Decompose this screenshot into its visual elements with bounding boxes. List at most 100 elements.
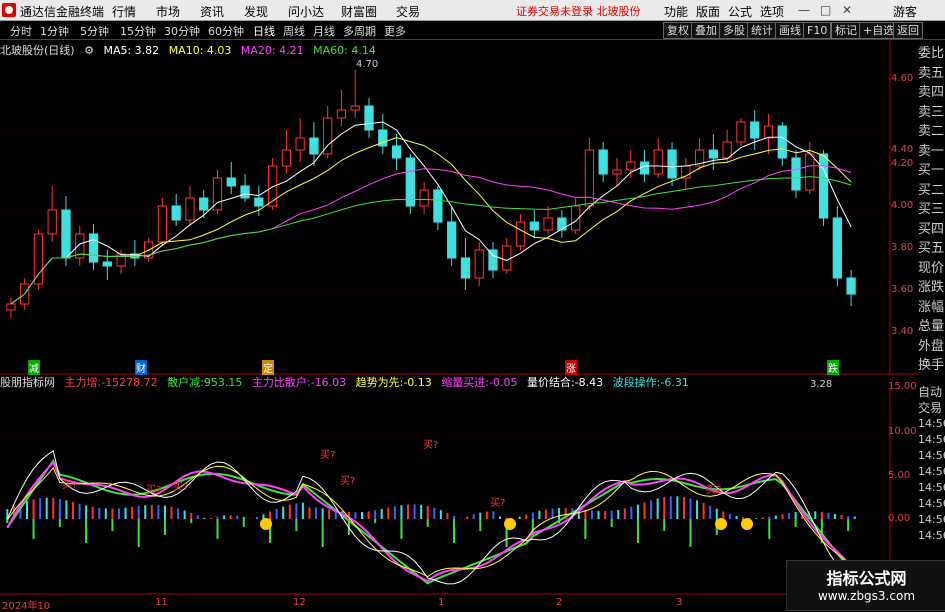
indicator-chart[interactable]: [0, 389, 918, 595]
event-mark[interactable]: 减: [28, 360, 40, 375]
panel-item[interactable]: 委比: [918, 44, 945, 64]
candle-body: [667, 149, 677, 179]
menu-function[interactable]: 功能: [664, 3, 688, 20]
panel-item[interactable]: 卖二: [918, 122, 945, 142]
minimize-button[interactable]: —: [798, 3, 810, 17]
panel-item[interactable]: 买四: [918, 220, 945, 240]
smile-icon: [260, 518, 272, 530]
candle-body: [708, 149, 719, 159]
panel-item[interactable]: 买三: [918, 200, 945, 220]
menu-market[interactable]: 市场: [156, 3, 180, 20]
buy-signal: 买?: [340, 476, 356, 487]
menu-discover[interactable]: 发现: [244, 3, 268, 20]
maximize-button[interactable]: □: [820, 3, 831, 17]
period-toolbar: 分时 1分钟 5分钟 15分钟 30分钟 60分钟 日线 周线 月线 多周期 更…: [0, 21, 945, 40]
period-5min[interactable]: 5分钟: [80, 23, 109, 39]
candle-body: [419, 189, 429, 207]
menu-quotes[interactable]: 行情: [112, 3, 136, 20]
panel-item[interactable]: 外盘: [918, 337, 945, 357]
indicator-name[interactable]: 股朋指标网: [0, 376, 55, 389]
buy-signal: 买?: [320, 450, 336, 461]
candle-body: [309, 137, 319, 155]
panel-item[interactable]: 涨幅: [918, 298, 945, 318]
close-button[interactable]: ✕: [842, 3, 852, 17]
back-button[interactable]: 返回: [893, 22, 923, 39]
legend-item: 量价结合:-8.43: [526, 376, 604, 389]
period-weekly[interactable]: 周线: [283, 23, 305, 39]
panel-item[interactable]: 换手: [918, 356, 945, 376]
guest-label[interactable]: 游客: [893, 3, 917, 20]
candle-body: [722, 141, 732, 159]
adjust-button[interactable]: 复权: [663, 22, 693, 39]
multi-stock-button[interactable]: 多股: [719, 22, 749, 39]
menu-trade[interactable]: 交易: [396, 3, 420, 20]
event-mark[interactable]: 跌: [827, 360, 839, 375]
panel-item[interactable]: 卖三: [918, 103, 945, 123]
period-30min[interactable]: 30分钟: [164, 23, 200, 39]
axis-label: 3.60: [891, 284, 914, 295]
candle-body: [336, 109, 347, 119]
period-daily[interactable]: 日线: [253, 23, 275, 39]
overlay-button[interactable]: 叠加: [691, 22, 721, 39]
candle-body: [736, 121, 746, 143]
sub-axis-label: 0.00: [888, 513, 911, 524]
panel-item[interactable]: 总量: [918, 317, 945, 337]
candle-body: [47, 209, 57, 235]
candle-body: [460, 257, 471, 279]
candle-body: [763, 125, 774, 139]
quote-side-panel: 委比 卖五 卖四 卖三 卖二 卖一 买一 买二 买三 买四 买五 现价 涨跌 涨…: [918, 44, 945, 380]
panel-item[interactable]: 涨跌: [918, 278, 945, 298]
candlestick-chart[interactable]: [0, 40, 918, 375]
mark-button[interactable]: 标记: [831, 22, 861, 39]
panel-item[interactable]: 卖五: [918, 64, 945, 84]
login-notice[interactable]: 证券交易未登录 北玻股份: [516, 3, 641, 19]
menu-bar: 通达信金融终端 行情 市场 资讯 发现 问小达 财富圈 交易 证券交易未登录 北…: [0, 0, 945, 21]
f10-button[interactable]: F10: [803, 22, 832, 39]
indicator-legend: 股朋指标网 主力增:-15278.72 散户减:953.15 主力比散户:-16…: [0, 374, 695, 389]
watermark-title: 指标公式网: [826, 569, 907, 588]
panel-item[interactable]: 卖一: [918, 142, 945, 162]
legend-item: 主力比散户:-16.03: [251, 376, 347, 389]
candle-body: [639, 161, 650, 175]
smile-icon: [504, 518, 516, 530]
period-more[interactable]: 更多: [384, 23, 406, 39]
menu-formula[interactable]: 公式: [728, 3, 752, 20]
app-logo-icon: [2, 3, 16, 17]
sub-axis-label: 15.00: [888, 381, 917, 392]
menu-layout[interactable]: 版面: [696, 3, 720, 20]
candle-body: [612, 169, 622, 175]
date-label: 2: [556, 597, 563, 608]
candle-body: [157, 205, 168, 243]
panel-item[interactable]: 自动: [918, 384, 945, 400]
candle-body: [295, 137, 305, 151]
menu-news[interactable]: 资讯: [200, 3, 224, 20]
draw-button[interactable]: 画线: [775, 22, 805, 39]
period-1min[interactable]: 1分钟: [40, 23, 69, 39]
menu-ask[interactable]: 问小达: [288, 3, 324, 20]
candle-body: [529, 221, 539, 231]
panel-item[interactable]: 卖四: [918, 83, 945, 103]
panel-item[interactable]: 现价: [918, 259, 945, 279]
candle-body: [171, 205, 181, 221]
event-mark[interactable]: 涨: [565, 360, 577, 375]
stats-button[interactable]: 统计: [747, 22, 777, 39]
event-mark[interactable]: 财: [135, 360, 147, 375]
period-15min[interactable]: 15分钟: [120, 23, 156, 39]
axis-label: 4.40: [891, 144, 914, 155]
ma10-line: [10, 137, 852, 305]
candle-body: [405, 157, 415, 207]
panel-item[interactable]: 交易: [918, 400, 945, 416]
date-label: 11: [155, 597, 168, 608]
panel-item[interactable]: 买一: [918, 161, 945, 181]
menu-wealth[interactable]: 财富圈: [341, 3, 377, 20]
panel-item[interactable]: 买二: [918, 181, 945, 201]
period-60min[interactable]: 60分钟: [208, 23, 244, 39]
period-monthly[interactable]: 月线: [313, 23, 335, 39]
event-mark[interactable]: 定: [262, 360, 274, 375]
legend-item: 波段操作:-6.31: [612, 376, 689, 389]
period-tick[interactable]: 分时: [10, 23, 32, 39]
panel-item[interactable]: 买五: [918, 239, 945, 259]
menu-options[interactable]: 选项: [760, 3, 784, 20]
period-multi[interactable]: 多周期: [343, 23, 376, 39]
panel-time: 14:56: [918, 513, 945, 526]
